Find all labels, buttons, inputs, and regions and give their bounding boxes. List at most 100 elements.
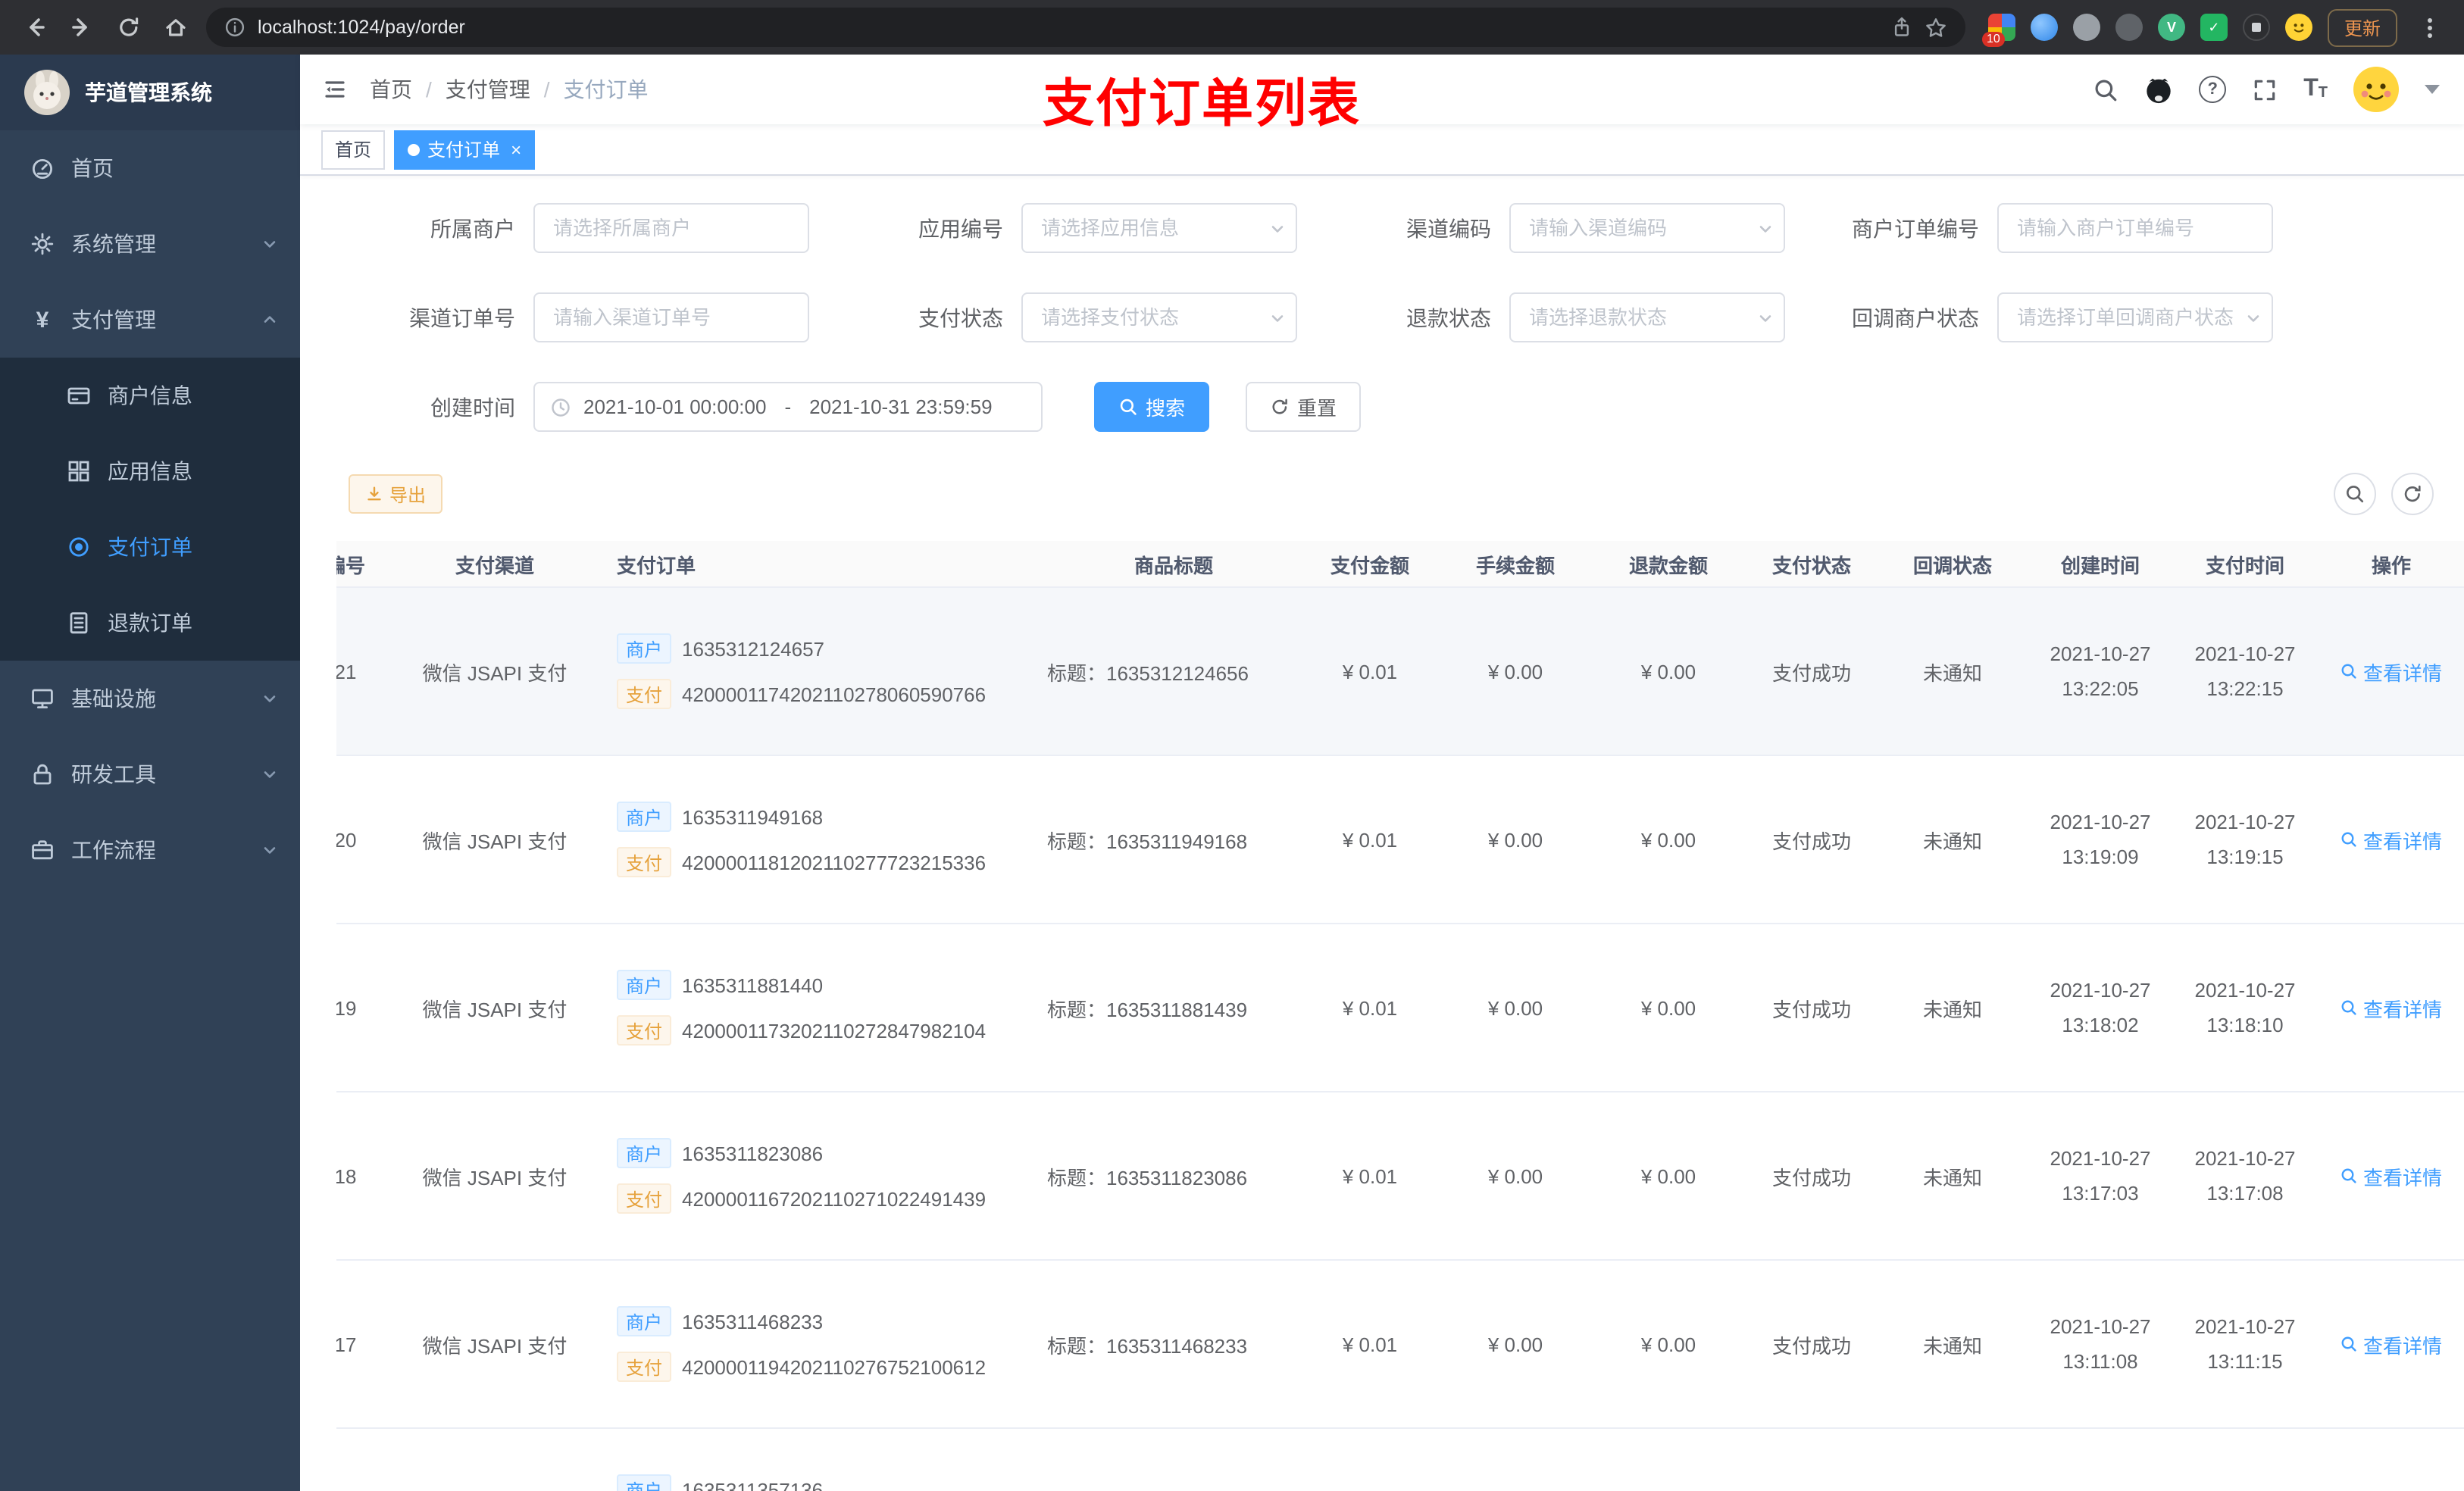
view-detail-link[interactable]: 查看详情 xyxy=(2340,825,2442,854)
browser-update-button[interactable]: 更新 xyxy=(2327,8,2397,46)
channel-code-select[interactable] xyxy=(1509,203,1785,253)
breadcrumb-pay-manage[interactable]: 支付管理 xyxy=(446,74,530,105)
cell-id: 18 xyxy=(336,1164,357,1187)
view-detail-link[interactable]: 查看详情 xyxy=(2340,657,2442,686)
pay-date: 2021-10-27 xyxy=(2194,1147,2296,1170)
cell-title: 标题：1635312124656 xyxy=(1047,661,1249,684)
browser-back-icon[interactable] xyxy=(18,11,52,44)
cell-fee: ¥ 0.00 xyxy=(1487,660,1543,683)
address-bar[interactable]: localhost:1024/pay/order xyxy=(206,8,1965,47)
avatar-extension-icon[interactable] xyxy=(2284,14,2312,41)
toggle-search-icon[interactable] xyxy=(2334,473,2376,515)
sidebar-item-infra[interactable]: 基础设施 xyxy=(0,661,300,736)
pay-tag: 支付 xyxy=(617,1352,672,1382)
clock-icon xyxy=(550,396,571,417)
notify-status-select[interactable] xyxy=(1997,292,2273,342)
cell-notify xyxy=(1881,1429,2025,1491)
extension-icon[interactable] xyxy=(2072,14,2100,41)
cell-channel: 微信 JSAPI 支付 xyxy=(422,1166,568,1189)
reset-button[interactable]: 重置 xyxy=(1246,382,1362,432)
browser-menu-icon[interactable] xyxy=(2412,11,2446,44)
sidebar-item-merchant-info[interactable]: 商户信息 xyxy=(0,358,300,433)
chevron-down-icon xyxy=(1268,308,1287,327)
browser-forward-icon[interactable] xyxy=(65,11,98,44)
navbar-actions xyxy=(2093,67,2464,112)
github-icon[interactable] xyxy=(2144,75,2173,104)
export-button[interactable]: 导出 xyxy=(349,474,443,514)
fullscreen-icon[interactable] xyxy=(2252,77,2278,102)
drop-extension-icon[interactable] xyxy=(2030,14,2058,41)
merchant-order-no: 1635312124657 xyxy=(682,637,825,660)
pixel-extension-icon[interactable]: 10 xyxy=(1981,14,2015,47)
avatar[interactable] xyxy=(2353,67,2399,112)
cell-status: 支付成功 xyxy=(1771,1166,1851,1189)
tab-home[interactable]: 首页 xyxy=(321,130,386,169)
sidebar-item-pay[interactable]: 支付管理 xyxy=(0,282,300,358)
sidebar-item-refund-order[interactable]: 退款订单 xyxy=(0,585,300,661)
merchant-order-no-input[interactable] xyxy=(1997,203,2273,253)
record-circle-icon xyxy=(67,535,91,559)
font-size-icon[interactable] xyxy=(2303,77,2328,102)
create-time: 13:11:08 xyxy=(2062,1350,2138,1373)
view-detail-link[interactable]: 查看详情 xyxy=(2340,1330,2442,1358)
col-title: 商品标题 xyxy=(1134,554,1213,577)
tab-pay-order[interactable]: 支付订单 xyxy=(394,130,536,169)
date-range-picker[interactable]: 2021-10-01 00:00:00 - 2021-10-31 23:59:5… xyxy=(533,382,1043,432)
col-pay-time: 支付时间 xyxy=(2205,554,2284,577)
breadcrumb-home[interactable]: 首页 xyxy=(370,74,412,105)
view-detail-link[interactable]: 查看详情 xyxy=(2340,1161,2442,1190)
app-no-select[interactable] xyxy=(1021,203,1297,253)
cell-fee: ¥ 0.00 xyxy=(1487,828,1543,851)
merchant-order-no-field: 商户订单编号 xyxy=(1800,203,2273,253)
cell-title: 标题：1635311881439 xyxy=(1047,998,1248,1021)
refund-status-select[interactable] xyxy=(1509,292,1785,342)
channel-order-no-input[interactable] xyxy=(533,292,809,342)
browser-home-icon[interactable] xyxy=(159,11,192,44)
cell-id: 17 xyxy=(336,1333,357,1355)
filter-row-3: 创建时间 2021-10-01 00:00:00 - 2021-10-31 23… xyxy=(336,382,2464,432)
browser-reload-icon[interactable] xyxy=(112,11,145,44)
hamburger-icon[interactable] xyxy=(300,77,370,102)
sidebar-item-pay-order[interactable]: 支付订单 xyxy=(0,509,300,585)
chat-extension-icon[interactable]: ✓ xyxy=(2200,14,2228,41)
search-button[interactable]: 搜索 xyxy=(1094,382,1210,432)
cell-fee: ¥ 0.00 xyxy=(1487,996,1543,1019)
extension-icon[interactable] xyxy=(2115,14,2143,41)
help-icon[interactable] xyxy=(2199,76,2227,103)
cell-refund: ¥ 0.00 xyxy=(1640,1164,1696,1187)
sidebar-item-app-info[interactable]: 应用信息 xyxy=(0,433,300,509)
sidebar-item-workflow[interactable]: 工作流程 xyxy=(0,812,300,888)
cell-pay-time: 2021-10-27 13:18:10 xyxy=(2176,924,2314,1091)
vue-devtools-icon[interactable]: V xyxy=(2157,14,2185,41)
chevron-down-icon xyxy=(1756,308,1775,327)
main-area: 首页 支付管理 支付订单 支付订单列表 xyxy=(300,55,2464,1491)
site-info-icon[interactable] xyxy=(224,17,245,38)
filter-label: 支付状态 xyxy=(918,305,1003,330)
pay-date: 2021-10-27 xyxy=(2194,979,2296,1002)
sidebar-item-home[interactable]: 首页 xyxy=(0,130,300,206)
sidebar-item-system[interactable]: 系统管理 xyxy=(0,206,300,282)
close-icon[interactable] xyxy=(511,139,521,160)
cell-channel xyxy=(385,1429,605,1491)
cell-fee: ¥ 0.00 xyxy=(1487,1333,1543,1355)
pay-status-select[interactable] xyxy=(1021,292,1297,342)
screen: localhost:1024/pay/order 10 V ✓ 更新 芋道管理系… xyxy=(0,0,2464,1491)
table-row: 20 微信 JSAPI 支付 商户 1635311949168 支付 42000… xyxy=(336,756,2464,924)
view-detail-link[interactable]: 查看详情 xyxy=(2340,993,2442,1022)
bookmark-star-icon[interactable] xyxy=(1925,16,1947,39)
channel-order-no-field: 渠道订单号 xyxy=(336,292,809,342)
cell-create-time: 2021-10-27 13:18:02 xyxy=(2025,924,2176,1091)
cell-channel: 微信 JSAPI 支付 xyxy=(422,1334,568,1357)
refresh-table-icon[interactable] xyxy=(2391,473,2434,515)
view-detail-label: 查看详情 xyxy=(2362,998,2442,1021)
search-icon[interactable] xyxy=(2093,77,2118,102)
table-row: 19 微信 JSAPI 支付 商户 1635311881440 支付 42000… xyxy=(336,924,2464,1092)
extension-icon[interactable] xyxy=(2242,14,2270,41)
view-detail-label: 查看详情 xyxy=(2362,661,2442,684)
merchant-input[interactable] xyxy=(533,203,809,253)
chevron-down-icon[interactable] xyxy=(2425,85,2440,94)
gear-icon xyxy=(30,232,55,256)
cell-channel: 微信 JSAPI 支付 xyxy=(422,661,568,684)
sidebar-item-dev-tools[interactable]: 研发工具 xyxy=(0,736,300,812)
share-icon[interactable] xyxy=(1891,17,1912,38)
